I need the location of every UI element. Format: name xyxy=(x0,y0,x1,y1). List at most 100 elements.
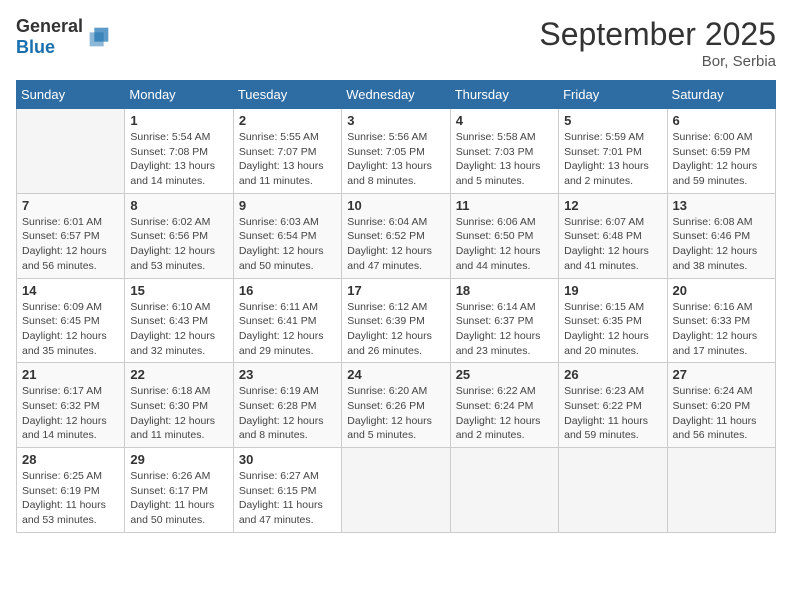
logo: General Blue xyxy=(16,16,113,58)
logo-icon xyxy=(85,23,113,51)
day-info: Sunrise: 5:58 AM Sunset: 7:03 PM Dayligh… xyxy=(456,130,553,189)
day-info: Sunrise: 6:04 AM Sunset: 6:52 PM Dayligh… xyxy=(347,215,444,274)
day-info: Sunrise: 5:59 AM Sunset: 7:01 PM Dayligh… xyxy=(564,130,661,189)
day-number: 25 xyxy=(456,367,553,382)
weekday-header-saturday: Saturday xyxy=(667,81,775,109)
day-number: 8 xyxy=(130,198,227,213)
day-number: 6 xyxy=(673,113,770,128)
day-info: Sunrise: 6:06 AM Sunset: 6:50 PM Dayligh… xyxy=(456,215,553,274)
calendar-week-2: 7Sunrise: 6:01 AM Sunset: 6:57 PM Daylig… xyxy=(17,193,776,278)
day-info: Sunrise: 5:55 AM Sunset: 7:07 PM Dayligh… xyxy=(239,130,336,189)
day-number: 9 xyxy=(239,198,336,213)
day-number: 10 xyxy=(347,198,444,213)
weekday-header-row: SundayMondayTuesdayWednesdayThursdayFrid… xyxy=(17,81,776,109)
calendar-cell: 22 Sunrise: 6:18 AM Sunset: 6:30 PM Dayli… xyxy=(125,363,233,448)
day-number: 16 xyxy=(239,283,336,298)
day-number: 20 xyxy=(673,283,770,298)
day-number: 15 xyxy=(130,283,227,298)
day-info: Sunrise: 6:00 AM Sunset: 6:59 PM Dayligh… xyxy=(673,130,770,189)
day-number: 2 xyxy=(239,113,336,128)
calendar-cell: 12Sunrise: 6:07 AM Sunset: 6:48 PM Dayli… xyxy=(559,193,667,278)
calendar-cell: 17Sunrise: 6:12 AM Sunset: 6:39 PM Dayli… xyxy=(342,278,450,363)
day-number: 13 xyxy=(673,198,770,213)
day-info: Sunrise: 6:01 AM Sunset: 6:57 PM Dayligh… xyxy=(22,215,119,274)
calendar-cell: 9 Sunrise: 6:03 AM Sunset: 6:54 PM Daylig… xyxy=(233,193,341,278)
day-info: Sunrise: 6:22 AM Sunset: 6:24 PM Dayligh… xyxy=(456,384,553,443)
calendar-cell xyxy=(17,109,125,194)
calendar-cell: 13 Sunrise: 6:08 AM Sunset: 6:46 PM Dayli… xyxy=(667,193,775,278)
calendar-cell: 8 Sunrise: 6:02 AM Sunset: 6:56 PM Daylig… xyxy=(125,193,233,278)
calendar-week-3: 14Sunrise: 6:09 AM Sunset: 6:45 PM Dayli… xyxy=(17,278,776,363)
calendar-cell: 23Sunrise: 6:19 AM Sunset: 6:28 PM Dayli… xyxy=(233,363,341,448)
day-number: 27 xyxy=(673,367,770,382)
day-info: Sunrise: 6:26 AM Sunset: 6:17 PM Dayligh… xyxy=(130,469,227,528)
calendar-cell: 29 Sunrise: 6:26 AM Sunset: 6:17 PM Dayli… xyxy=(125,448,233,533)
day-number: 1 xyxy=(130,113,227,128)
day-info: Sunrise: 5:54 AM Sunset: 7:08 PM Dayligh… xyxy=(130,130,227,189)
day-number: 18 xyxy=(456,283,553,298)
day-number: 11 xyxy=(456,198,553,213)
calendar-cell: 25 Sunrise: 6:22 AM Sunset: 6:24 PM Dayli… xyxy=(450,363,558,448)
logo-general: General xyxy=(16,16,83,36)
day-number: 4 xyxy=(456,113,553,128)
calendar-cell: 2 Sunrise: 5:55 AM Sunset: 7:07 PM Daylig… xyxy=(233,109,341,194)
weekday-header-wednesday: Wednesday xyxy=(342,81,450,109)
calendar-cell: 7Sunrise: 6:01 AM Sunset: 6:57 PM Daylig… xyxy=(17,193,125,278)
calendar-cell: 16Sunrise: 6:11 AM Sunset: 6:41 PM Dayli… xyxy=(233,278,341,363)
day-info: Sunrise: 6:07 AM Sunset: 6:48 PM Dayligh… xyxy=(564,215,661,274)
day-number: 3 xyxy=(347,113,444,128)
day-number: 26 xyxy=(564,367,661,382)
day-info: Sunrise: 6:20 AM Sunset: 6:26 PM Dayligh… xyxy=(347,384,444,443)
calendar-cell xyxy=(342,448,450,533)
day-info: Sunrise: 6:09 AM Sunset: 6:45 PM Dayligh… xyxy=(22,300,119,359)
day-info: Sunrise: 6:25 AM Sunset: 6:19 PM Dayligh… xyxy=(22,469,119,528)
day-info: Sunrise: 6:02 AM Sunset: 6:56 PM Dayligh… xyxy=(130,215,227,274)
calendar-cell: 18 Sunrise: 6:14 AM Sunset: 6:37 PM Dayli… xyxy=(450,278,558,363)
weekday-header-monday: Monday xyxy=(125,81,233,109)
day-number: 22 xyxy=(130,367,227,382)
day-info: Sunrise: 6:03 AM Sunset: 6:54 PM Dayligh… xyxy=(239,215,336,274)
calendar-cell: 5 Sunrise: 5:59 AM Sunset: 7:01 PM Daylig… xyxy=(559,109,667,194)
day-info: Sunrise: 6:14 AM Sunset: 6:37 PM Dayligh… xyxy=(456,300,553,359)
calendar-week-1: 1 Sunrise: 5:54 AM Sunset: 7:08 PM Daylig… xyxy=(17,109,776,194)
month-title: September 2025 xyxy=(539,16,776,53)
calendar-cell: 3 Sunrise: 5:56 AM Sunset: 7:05 PM Daylig… xyxy=(342,109,450,194)
calendar-cell: 30Sunrise: 6:27 AM Sunset: 6:15 PM Dayli… xyxy=(233,448,341,533)
page-header: General Blue September 2025 Bor, Serbia xyxy=(16,16,776,70)
day-info: Sunrise: 6:18 AM Sunset: 6:30 PM Dayligh… xyxy=(130,384,227,443)
day-info: Sunrise: 6:16 AM Sunset: 6:33 PM Dayligh… xyxy=(673,300,770,359)
calendar-cell: 20 Sunrise: 6:16 AM Sunset: 6:33 PM Dayli… xyxy=(667,278,775,363)
weekday-header-sunday: Sunday xyxy=(17,81,125,109)
calendar-cell: 21Sunrise: 6:17 AM Sunset: 6:32 PM Dayli… xyxy=(17,363,125,448)
day-number: 19 xyxy=(564,283,661,298)
weekday-header-thursday: Thursday xyxy=(450,81,558,109)
day-info: Sunrise: 6:10 AM Sunset: 6:43 PM Dayligh… xyxy=(130,300,227,359)
calendar-cell: 4 Sunrise: 5:58 AM Sunset: 7:03 PM Daylig… xyxy=(450,109,558,194)
day-number: 5 xyxy=(564,113,661,128)
weekday-header-tuesday: Tuesday xyxy=(233,81,341,109)
day-info: Sunrise: 6:15 AM Sunset: 6:35 PM Dayligh… xyxy=(564,300,661,359)
calendar-cell: 26 Sunrise: 6:23 AM Sunset: 6:22 PM Dayli… xyxy=(559,363,667,448)
calendar-cell: 10 Sunrise: 6:04 AM Sunset: 6:52 PM Dayli… xyxy=(342,193,450,278)
logo-text: General Blue xyxy=(16,16,83,58)
day-info: Sunrise: 5:56 AM Sunset: 7:05 PM Dayligh… xyxy=(347,130,444,189)
day-number: 30 xyxy=(239,452,336,467)
day-info: Sunrise: 6:23 AM Sunset: 6:22 PM Dayligh… xyxy=(564,384,661,443)
calendar-cell: 15 Sunrise: 6:10 AM Sunset: 6:43 PM Dayli… xyxy=(125,278,233,363)
calendar-cell xyxy=(559,448,667,533)
day-info: Sunrise: 6:08 AM Sunset: 6:46 PM Dayligh… xyxy=(673,215,770,274)
calendar-cell: 1 Sunrise: 5:54 AM Sunset: 7:08 PM Daylig… xyxy=(125,109,233,194)
calendar-cell: 11 Sunrise: 6:06 AM Sunset: 6:50 PM Dayli… xyxy=(450,193,558,278)
day-number: 29 xyxy=(130,452,227,467)
logo-blue: Blue xyxy=(16,37,55,57)
calendar-cell: 28 Sunrise: 6:25 AM Sunset: 6:19 PM Dayli… xyxy=(17,448,125,533)
calendar-cell xyxy=(667,448,775,533)
day-number: 23 xyxy=(239,367,336,382)
calendar-cell: 27Sunrise: 6:24 AM Sunset: 6:20 PM Dayli… xyxy=(667,363,775,448)
day-number: 28 xyxy=(22,452,119,467)
day-number: 17 xyxy=(347,283,444,298)
calendar-cell xyxy=(450,448,558,533)
day-info: Sunrise: 6:17 AM Sunset: 6:32 PM Dayligh… xyxy=(22,384,119,443)
calendar-week-5: 28 Sunrise: 6:25 AM Sunset: 6:19 PM Dayli… xyxy=(17,448,776,533)
weekday-header-friday: Friday xyxy=(559,81,667,109)
